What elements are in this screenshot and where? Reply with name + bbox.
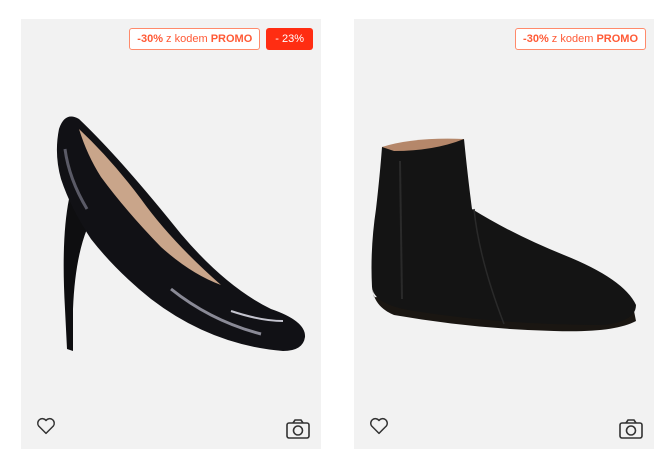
camera-icon[interactable] — [618, 417, 644, 441]
badge-row: -30% z kodem PROMO - 23% — [129, 28, 313, 50]
camera-icon[interactable] — [285, 417, 311, 441]
promo-badge: -30% z kodem PROMO — [515, 28, 646, 50]
promo-text: z kodem — [166, 33, 208, 45]
promo-discount: -30% — [137, 33, 163, 45]
product-card[interactable]: -30% z kodem PROMO — [354, 19, 654, 449]
promo-text: z kodem — [551, 33, 594, 45]
product-image-boot[interactable] — [354, 59, 654, 409]
product-card[interactable]: -30% z kodem PROMO - 23% — [21, 19, 321, 449]
product-image-pump[interactable] — [21, 59, 321, 409]
badge-row: -30% z kodem PROMO — [515, 28, 646, 50]
promo-badge: -30% z kodem PROMO — [129, 28, 261, 50]
heart-icon[interactable] — [35, 415, 57, 437]
promo-code: PROMO — [210, 33, 253, 45]
heart-icon[interactable] — [368, 415, 390, 437]
promo-discount: -30% — [523, 33, 549, 45]
discount-badge: - 23% — [266, 28, 313, 50]
promo-code: PROMO — [596, 33, 638, 45]
